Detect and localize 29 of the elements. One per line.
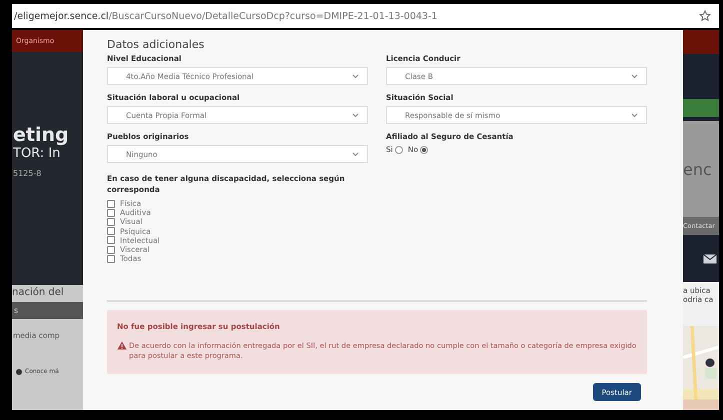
nav-bar	[683, 30, 719, 54]
course-title: eting	[13, 124, 70, 146]
menu-bar	[683, 99, 719, 117]
header-bar	[683, 54, 719, 99]
url-text: /eligemejor.sence.cl/BuscarCursoNuevo/DetalleCursoDcp?curso=DMIPE-21-01-13-0043-1	[14, 10, 438, 22]
checkbox[interactable]	[107, 236, 115, 244]
checkbox[interactable]	[107, 254, 115, 263]
checkbox[interactable]	[107, 246, 115, 254]
modal-heading: Datos adicionales	[107, 38, 206, 51]
chevron-down-icon	[631, 74, 638, 78]
chevron-down-icon	[352, 152, 359, 156]
checkbox[interactable]	[107, 200, 115, 208]
logo-text: enc	[683, 160, 712, 178]
mail-icon[interactable]	[703, 254, 717, 264]
address-bar[interactable]: /eligemejor.sence.cl/BuscarCursoNuevo/DetalleCursoDcp?curso=DMIPE-21-01-13-0043-1	[12, 4, 719, 28]
chevron-down-icon	[631, 112, 638, 118]
tab[interactable]: s	[12, 302, 83, 319]
checkbox[interactable]	[107, 218, 115, 226]
chevron-down-icon	[352, 74, 359, 78]
star-icon[interactable]	[699, 10, 711, 22]
section-heading: nación del	[12, 286, 65, 300]
course-subtitle: TOR: In	[13, 146, 62, 161]
course-code: 5125-8	[13, 169, 42, 178]
warning-icon	[117, 341, 127, 350]
radio-button[interactable]	[394, 146, 403, 154]
chevron-down-icon	[352, 112, 359, 118]
radio-button[interactable]	[420, 146, 428, 154]
checkbox[interactable]	[107, 227, 115, 236]
checkbox[interactable]	[107, 208, 115, 217]
